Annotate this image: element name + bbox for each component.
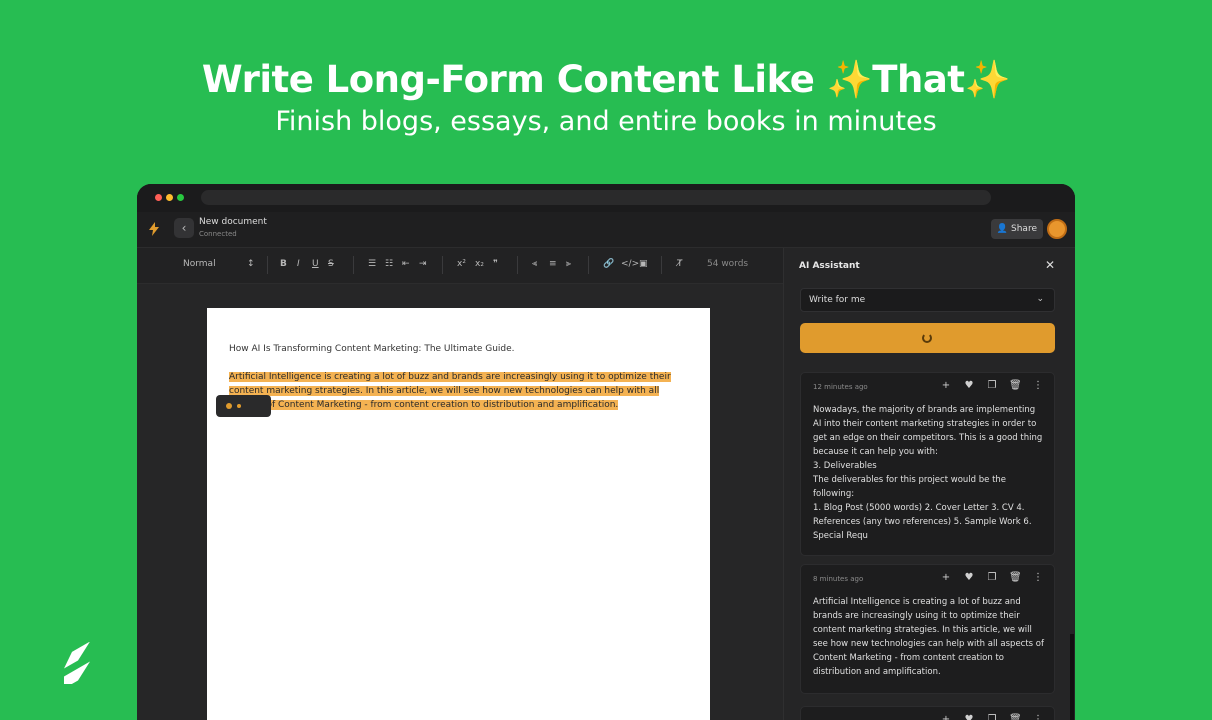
result-card: 8 minutes ago + ♥ ❐ 🗑 ⋮ Artificial Intel… — [800, 564, 1055, 694]
toolbar-divider — [442, 256, 443, 274]
toolbar-divider — [661, 256, 662, 274]
trash-icon[interactable]: 🗑 — [1009, 572, 1022, 583]
chevron-left-icon: ‹ — [181, 221, 187, 235]
insert-icon[interactable]: + — [940, 572, 952, 583]
image-icon[interactable]: ▣ — [639, 259, 648, 269]
document-body[interactable]: Artificial Intelligence is creating a lo… — [229, 370, 695, 412]
window-titlebar — [137, 184, 1075, 212]
panel-title: AI Assistant — [799, 261, 860, 271]
loading-spinner-icon — [922, 333, 932, 343]
trash-icon[interactable]: 🗑 — [1009, 380, 1022, 391]
document-heading[interactable]: How AI Is Transforming Content Marketing… — [229, 344, 515, 354]
ai-action-icon[interactable] — [226, 403, 232, 409]
user-plus-icon: 👤 — [996, 224, 1009, 234]
result-actions: + ♥ ❐ 🗑 ⋮ — [940, 714, 1044, 720]
align-left-icon[interactable]: ⫷ — [532, 259, 537, 269]
editor-toolbar: Normal ↕ B I U S ☰ ☷ ⇤ ⇥ x² x₂ ❞ ⫷ ≡ ⫸ 🔗… — [137, 248, 783, 284]
assistant-mode-select[interactable]: Write for me ⌄ — [800, 288, 1055, 312]
address-bar[interactable] — [201, 190, 991, 205]
ai-assistant-panel: AI Assistant ✕ Write for me ⌄ 12 minutes… — [783, 248, 1075, 720]
copy-icon[interactable]: ❐ — [986, 380, 998, 391]
close-icon[interactable]: ✕ — [1045, 258, 1055, 272]
outdent-icon[interactable]: ⇤ — [402, 259, 410, 269]
floating-ai-menu[interactable] — [216, 395, 271, 417]
insert-icon[interactable]: + — [940, 380, 952, 391]
app-header: ‹ New document Connected 👤 Share — [137, 212, 1075, 248]
connection-status: Connected — [199, 230, 237, 238]
toolbar-divider — [588, 256, 589, 274]
back-button[interactable]: ‹ — [174, 218, 194, 238]
code-icon[interactable]: </> — [621, 259, 639, 269]
more-vertical-icon[interactable]: ⋮ — [1032, 380, 1044, 391]
toolbar-divider — [267, 256, 268, 274]
chevron-down-icon: ⌄ — [1036, 294, 1044, 304]
brand-logo-icon — [64, 642, 90, 684]
align-right-icon[interactable]: ⫸ — [566, 259, 571, 269]
document-page[interactable]: How AI Is Transforming Content Marketing… — [207, 308, 710, 720]
insert-icon[interactable]: + — [940, 714, 952, 720]
result-card: + ♥ ❐ 🗑 ⋮ — [800, 706, 1055, 720]
bullet-list-icon[interactable]: ☷ — [385, 259, 393, 269]
bold-button[interactable]: B — [280, 259, 287, 269]
share-button-label: Share — [1011, 224, 1037, 234]
align-center-icon[interactable]: ≡ — [549, 259, 557, 269]
selected-text[interactable]: Artificial Intelligence is creating a lo… — [229, 372, 671, 410]
indent-icon[interactable]: ⇥ — [419, 259, 427, 269]
heart-icon[interactable]: ♥ — [963, 714, 975, 720]
hero-subheadline: Finish blogs, essays, and entire books i… — [275, 106, 937, 137]
window-controls — [155, 194, 184, 201]
word-count: 54 words — [707, 259, 749, 269]
italic-button[interactable]: I — [297, 259, 300, 269]
more-options-icon[interactable] — [237, 404, 241, 408]
trash-icon[interactable]: 🗑 — [1009, 714, 1022, 720]
hero-headline-block: Write Long-Form Content Like ✨That✨ Fini… — [0, 58, 1212, 137]
superscript-icon[interactable]: x² — [457, 259, 466, 269]
editor-canvas: How AI Is Transforming Content Marketing… — [137, 284, 783, 720]
document-title[interactable]: New document — [199, 217, 267, 227]
clear-formatting-icon[interactable]: T̸ — [677, 259, 683, 269]
paragraph-style-select[interactable]: Normal — [183, 259, 216, 269]
strikethrough-button[interactable]: S — [328, 259, 334, 269]
app-logo-icon — [149, 222, 159, 236]
result-text: Nowadays, the majority of brands are imp… — [813, 405, 1043, 541]
result-text: Artificial Intelligence is creating a lo… — [813, 597, 1044, 677]
share-button[interactable]: 👤 Share — [990, 219, 1043, 239]
link-icon[interactable]: 🔗 — [603, 259, 614, 269]
generate-button[interactable] — [800, 323, 1055, 353]
close-window-button[interactable] — [155, 194, 162, 201]
quote-icon[interactable]: ❞ — [493, 259, 498, 269]
style-dropdown-chevron-icon[interactable]: ↕ — [247, 259, 255, 269]
assistant-mode-value: Write for me — [809, 295, 866, 305]
maximize-window-button[interactable] — [177, 194, 184, 201]
panel-scrollbar[interactable] — [1070, 634, 1074, 720]
subscript-icon[interactable]: x₂ — [475, 259, 484, 269]
result-actions: + ♥ ❐ 🗑 ⋮ — [940, 380, 1044, 391]
heart-icon[interactable]: ♥ — [963, 572, 975, 583]
more-vertical-icon[interactable]: ⋮ — [1032, 714, 1044, 720]
toolbar-divider — [353, 256, 354, 274]
result-timestamp: 8 minutes ago — [813, 575, 864, 583]
heart-icon[interactable]: ♥ — [963, 380, 975, 391]
underline-button[interactable]: U — [312, 259, 319, 269]
more-vertical-icon[interactable]: ⋮ — [1032, 572, 1044, 583]
copy-icon[interactable]: ❐ — [986, 572, 998, 583]
user-avatar[interactable] — [1047, 219, 1067, 239]
minimize-window-button[interactable] — [166, 194, 173, 201]
hero-headline: Write Long-Form Content Like ✨That✨ — [201, 58, 1011, 101]
result-timestamp: 12 minutes ago — [813, 383, 868, 391]
app-window: ‹ New document Connected 👤 Share Normal … — [137, 184, 1075, 720]
toolbar-divider — [517, 256, 518, 274]
result-card: 12 minutes ago + ♥ ❐ 🗑 ⋮ Nowadays, the m… — [800, 372, 1055, 556]
numbered-list-icon[interactable]: ☰ — [368, 259, 376, 269]
result-actions: + ♥ ❐ 🗑 ⋮ — [940, 572, 1044, 583]
copy-icon[interactable]: ❐ — [986, 714, 998, 720]
